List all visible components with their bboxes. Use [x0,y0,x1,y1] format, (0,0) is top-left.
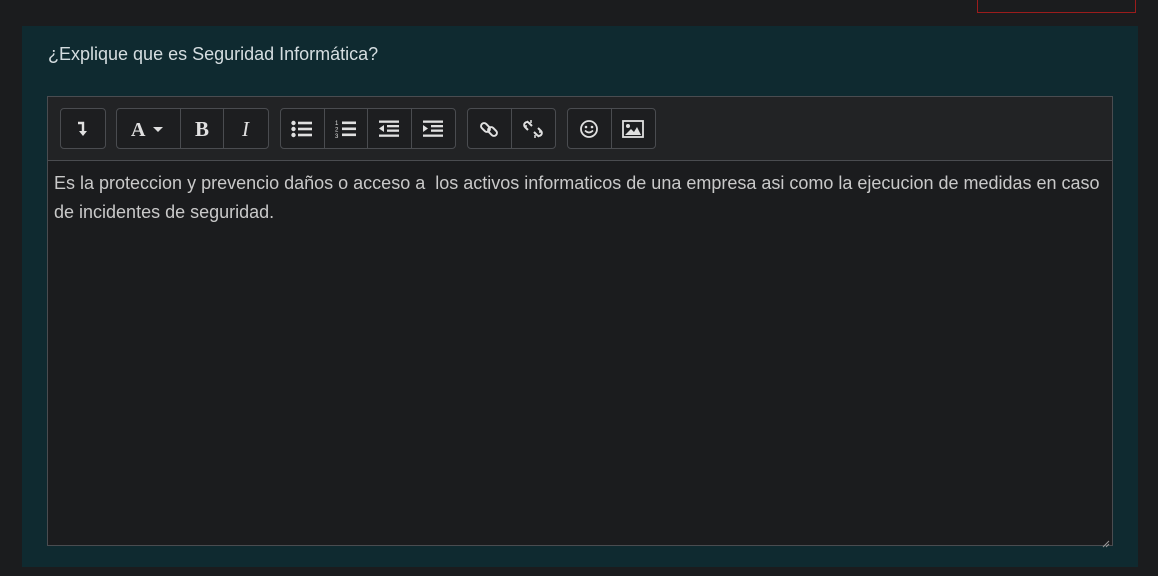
toolbar-group-lists: 1 2 3 [280,108,456,149]
ordered-list-button[interactable]: 1 2 3 [325,109,368,148]
outdent-button[interactable] [368,109,412,148]
font-size-button[interactable]: A [117,109,181,148]
image-icon [622,119,645,138]
font-size-icon: A [128,119,168,139]
svg-text:3: 3 [335,134,339,139]
toolbar-group-links [467,108,556,149]
svg-text:B: B [195,119,209,139]
image-button[interactable] [612,109,656,148]
unordered-list-icon [291,120,313,138]
emoji-icon [579,119,599,139]
svg-text:I: I [241,119,250,139]
collapse-toolbar-button[interactable] [61,109,105,148]
unlink-button[interactable] [512,109,556,148]
toolbar-group-text-style: A B I [116,108,269,149]
bold-icon: B [192,119,212,139]
question-panel: ¿Explique que es Seguridad Informática? [22,26,1138,567]
link-icon [479,119,499,139]
unlink-icon [523,119,544,139]
emoji-button[interactable] [568,109,612,148]
svg-text:2: 2 [335,127,339,133]
question-text: ¿Explique que es Seguridad Informática? [48,44,379,64]
editor-content[interactable]: Es la proteccion y prevencio daños o acc… [54,169,1102,227]
alert-box-edge [977,0,1136,13]
rich-text-editor: A B I 1 2 3 Es la proteccion y prevencio… [47,96,1113,548]
outdent-icon [378,120,400,138]
link-button[interactable] [468,109,512,148]
indent-icon [422,120,444,138]
ordered-list-icon: 1 2 3 [335,119,357,139]
svg-text:A: A [131,119,146,139]
editor-toolbar: A B I 1 2 3 [48,97,1112,161]
italic-button[interactable]: I [224,109,268,148]
collapse-toolbar-icon [76,120,90,138]
italic-icon: I [236,119,256,139]
toolbar-group-collapse [60,108,106,149]
toolbar-group-insert [567,108,656,149]
unordered-list-button[interactable] [281,109,325,148]
svg-text:1: 1 [335,121,339,127]
indent-button[interactable] [412,109,455,148]
bold-button[interactable]: B [181,109,225,148]
resize-handle-icon[interactable] [1102,535,1110,548]
